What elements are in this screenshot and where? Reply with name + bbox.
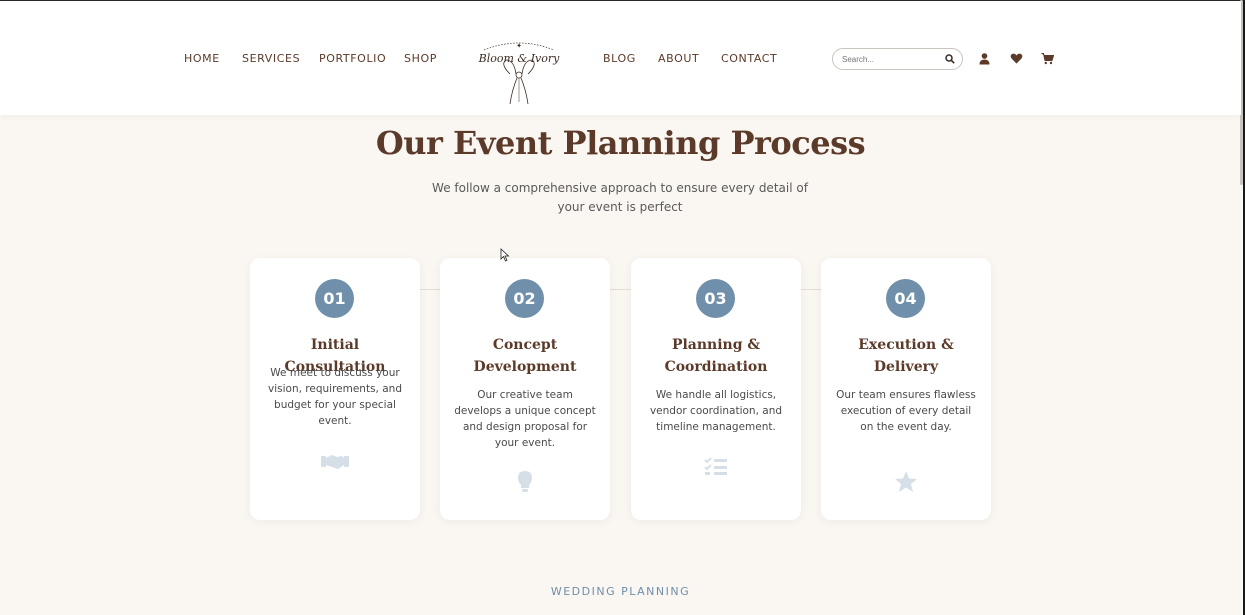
step-description: Our team ensures flawless execution of e… [836,389,976,433]
tasks-icon [704,457,727,475]
search-input[interactable] [842,52,942,66]
search-icon[interactable] [945,54,955,64]
page-title: Our Event Planning Process [375,124,866,162]
step-number: 04 [886,279,925,318]
step-title: Execution & Delivery [858,337,954,375]
step-number: 01 [315,279,354,318]
process-step-card: 03 Planning & Coordination We handle all… [631,258,801,520]
mouse-cursor-icon [500,248,510,262]
nav-shop[interactable]: SHOP [404,52,437,65]
site-header: HOME SERVICES PORTFOLIO SHOP ✦ Bloom & I… [0,1,1241,115]
step-number: 03 [696,279,735,318]
lightbulb-icon [518,471,532,492]
handshake-icon [321,455,349,469]
process-step-card: 01 Initial Consultation We meet to discu… [250,258,420,520]
step-number: 02 [505,279,544,318]
svg-text:✦: ✦ [516,42,522,50]
nav-blog[interactable]: BLOG [603,52,636,65]
step-title: Planning & Coordination [664,337,768,375]
heart-icon[interactable] [1010,52,1023,65]
search-box[interactable] [832,48,963,70]
nav-about[interactable]: ABOUT [658,52,699,65]
nav-home[interactable]: HOME [184,52,220,65]
nav-contact[interactable]: CONTACT [721,52,777,65]
star-icon [895,471,917,492]
process-step-card: 02 Concept Development Our creative team… [440,258,610,520]
nav-services[interactable]: SERVICES [242,52,300,65]
bow-logo-icon: ✦ [483,42,555,105]
step-description: We meet to discuss your vision, requirem… [268,367,402,427]
logo-text: Bloom & Ivory [478,52,560,65]
site-logo[interactable]: ✦ Bloom & Ivory [470,34,568,106]
process-step-card: 04 Execution & Delivery Our team ensures… [821,258,991,520]
step-description: Our creative team develops a unique conc… [454,389,596,449]
next-section-label: WEDDING PLANNING [550,585,691,598]
step-description: We handle all logistics, vendor coordina… [649,389,783,433]
nav-portfolio[interactable]: PORTFOLIO [319,52,386,65]
step-title: Concept Development [473,337,577,375]
cart-icon[interactable] [1041,52,1054,65]
page-subtitle: We follow a comprehensive approach to en… [432,181,808,214]
user-icon[interactable] [978,52,991,65]
